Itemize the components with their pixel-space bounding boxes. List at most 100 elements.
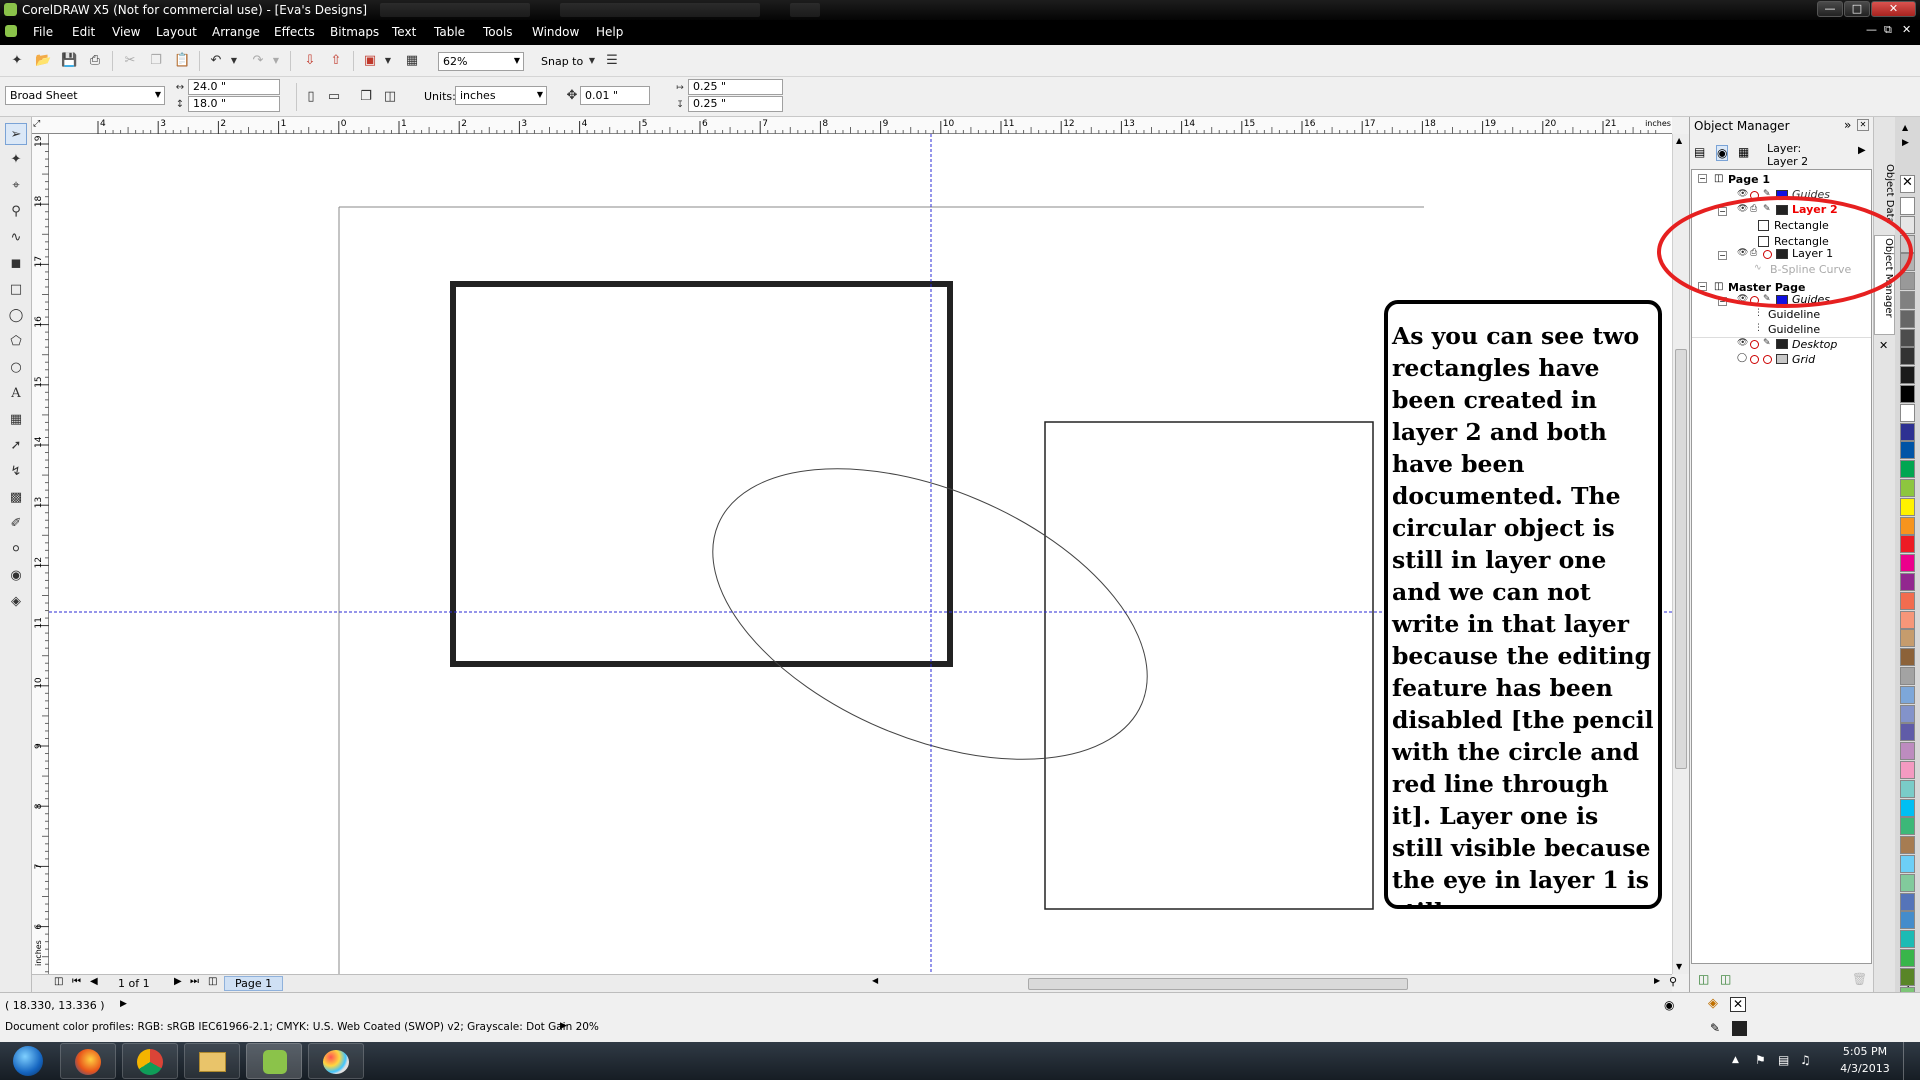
- palette-flyout-icon[interactable]: ▶: [1902, 138, 1909, 148]
- visibility-eye-icon[interactable]: 👁: [1737, 338, 1748, 348]
- fill-tool-icon[interactable]: ◉: [5, 565, 27, 587]
- nudge-distance-input[interactable]: 0.01 ": [580, 86, 650, 105]
- palette-color-swatch[interactable]: [1900, 554, 1915, 573]
- docker-expand-icon[interactable]: »: [1844, 118, 1851, 132]
- palette-color-swatch[interactable]: [1900, 347, 1915, 366]
- palette-scroll-up-icon[interactable]: ▲: [1902, 123, 1908, 132]
- freehand-tool-icon[interactable]: ∿: [5, 227, 27, 249]
- zoom-tool-icon[interactable]: ⚲: [5, 201, 27, 223]
- start-button[interactable]: [3, 1043, 53, 1079]
- palette-color-swatch[interactable]: [1900, 798, 1915, 817]
- show-object-properties-icon[interactable]: ▤: [1694, 145, 1705, 159]
- launcher-dropdown-icon[interactable]: ▼: [380, 53, 396, 69]
- palette-color-swatch[interactable]: [1900, 967, 1915, 986]
- interactive-fill-tool-icon[interactable]: ◈: [5, 591, 27, 613]
- portrait-icon[interactable]: ▯: [303, 89, 319, 105]
- open-icon[interactable]: 📂: [35, 53, 51, 69]
- shape-tool-icon[interactable]: ✦: [5, 149, 27, 171]
- palette-color-swatch[interactable]: [1900, 479, 1915, 497]
- fill-none-swatch[interactable]: ✕: [1730, 997, 1746, 1012]
- redo-dropdown-icon[interactable]: ▼: [268, 53, 284, 69]
- palette-color-swatch[interactable]: [1900, 610, 1915, 629]
- editing-disabled-icon[interactable]: [1763, 355, 1772, 364]
- duplicate-x-input[interactable]: 0.25 ": [688, 79, 783, 95]
- menu-text[interactable]: Text: [392, 25, 416, 39]
- page-size-select[interactable]: Broad Sheet ▼: [5, 86, 165, 105]
- text-tool-icon[interactable]: A: [5, 383, 27, 405]
- visibility-eye-icon[interactable]: ◯: [1737, 353, 1747, 363]
- scroll-left-icon[interactable]: ◀: [872, 976, 878, 985]
- outline-color-swatch[interactable]: [1732, 1021, 1747, 1036]
- palette-color-swatch[interactable]: [1900, 761, 1915, 779]
- application-launcher-icon[interactable]: ▣: [362, 53, 378, 69]
- minimize-button[interactable]: —: [1817, 1, 1843, 17]
- scroll-right-icon[interactable]: ▶: [1654, 976, 1660, 985]
- palette-color-swatch[interactable]: [1900, 648, 1915, 667]
- print-icon[interactable]: ⎙: [87, 53, 103, 69]
- dimension-tool-icon[interactable]: ➚: [5, 435, 27, 457]
- current-page-icon[interactable]: ◫: [382, 89, 398, 105]
- polygon-tool-icon[interactable]: ⬠: [5, 331, 27, 353]
- status-expand-icon[interactable]: ▶: [120, 999, 127, 1009]
- palette-color-swatch[interactable]: [1900, 704, 1915, 723]
- no-color-swatch[interactable]: ✕: [1900, 175, 1915, 193]
- action-center-flag-icon[interactable]: ⚑: [1755, 1053, 1766, 1067]
- new-layer-icon[interactable]: ◫: [1698, 972, 1709, 986]
- horizontal-scroll-thumb[interactable]: [1028, 978, 1408, 990]
- paste-icon[interactable]: 📋: [174, 53, 190, 69]
- tree-grid-layer[interactable]: Grid: [1792, 352, 1815, 367]
- menu-layout[interactable]: Layout: [156, 25, 197, 39]
- basic-shapes-tool-icon[interactable]: ○: [5, 357, 27, 379]
- palette-color-swatch[interactable]: [1900, 817, 1915, 836]
- menu-help[interactable]: Help: [596, 25, 623, 39]
- taskbar-chrome-button[interactable]: [122, 1043, 178, 1079]
- doc-close-button[interactable]: ✕: [1902, 23, 1911, 36]
- menu-tools[interactable]: Tools: [483, 25, 513, 39]
- page-width-input[interactable]: 24.0 ": [188, 79, 280, 95]
- import-icon[interactable]: ⇩: [302, 53, 318, 69]
- menu-file[interactable]: File: [33, 25, 53, 39]
- add-page-after-icon[interactable]: ◫: [208, 976, 217, 987]
- clock-date[interactable]: 4/3/2013: [1836, 1062, 1894, 1075]
- palette-color-swatch[interactable]: [1900, 873, 1915, 892]
- export-icon[interactable]: ⇧: [328, 53, 344, 69]
- menu-view[interactable]: View: [112, 25, 140, 39]
- menu-bitmaps[interactable]: Bitmaps: [330, 25, 379, 39]
- palette-color-swatch[interactable]: [1900, 441, 1915, 460]
- cut-icon[interactable]: ✂: [122, 53, 138, 69]
- eyedropper-tool-icon[interactable]: ✐: [5, 513, 27, 535]
- palette-color-swatch[interactable]: [1900, 573, 1915, 591]
- snap-indicator-icon[interactable]: ◉: [1664, 998, 1674, 1012]
- palette-color-swatch[interactable]: [1900, 685, 1915, 704]
- palette-color-swatch[interactable]: [1900, 497, 1915, 516]
- palette-color-swatch[interactable]: [1900, 742, 1915, 761]
- palette-color-swatch[interactable]: [1900, 385, 1915, 403]
- delete-icon[interactable]: 🗑: [1852, 972, 1867, 986]
- volume-icon[interactable]: ♫: [1800, 1053, 1811, 1067]
- options-icon[interactable]: ☰: [604, 53, 620, 69]
- palette-color-swatch[interactable]: [1900, 892, 1915, 911]
- layer-manager-view-icon[interactable]: ▦: [1738, 145, 1749, 159]
- palette-color-swatch[interactable]: [1900, 779, 1915, 798]
- thick-rectangle[interactable]: [450, 281, 953, 667]
- show-hidden-icons-icon[interactable]: ▲: [1732, 1055, 1739, 1065]
- undo-icon[interactable]: ↶: [208, 53, 224, 69]
- first-page-icon[interactable]: ⏮: [72, 976, 81, 987]
- next-page-icon[interactable]: ▶: [174, 976, 182, 987]
- connector-tool-icon[interactable]: ↯: [5, 461, 27, 483]
- close-tab-icon[interactable]: ✕: [1879, 339, 1888, 352]
- palette-color-swatch[interactable]: [1900, 949, 1915, 967]
- palette-color-swatch[interactable]: [1900, 403, 1915, 422]
- units-select[interactable]: inches ▼: [455, 86, 547, 105]
- doc-minimize-button[interactable]: —: [1866, 23, 1877, 36]
- pick-tool-icon[interactable]: ➢: [5, 123, 27, 145]
- show-desktop-button[interactable]: [1903, 1042, 1919, 1080]
- close-window-button[interactable]: ✕: [1871, 1, 1916, 17]
- vertical-scroll-thumb[interactable]: [1675, 349, 1687, 769]
- palette-color-swatch[interactable]: [1900, 328, 1915, 347]
- rectangle-tool-icon[interactable]: □: [5, 279, 27, 301]
- document-icon[interactable]: [5, 25, 17, 37]
- smart-fill-tool-icon[interactable]: ◼: [5, 253, 27, 275]
- taskbar-coreldraw-button[interactable]: [246, 1043, 302, 1079]
- zoom-level-select[interactable]: 62% ▼: [438, 52, 524, 71]
